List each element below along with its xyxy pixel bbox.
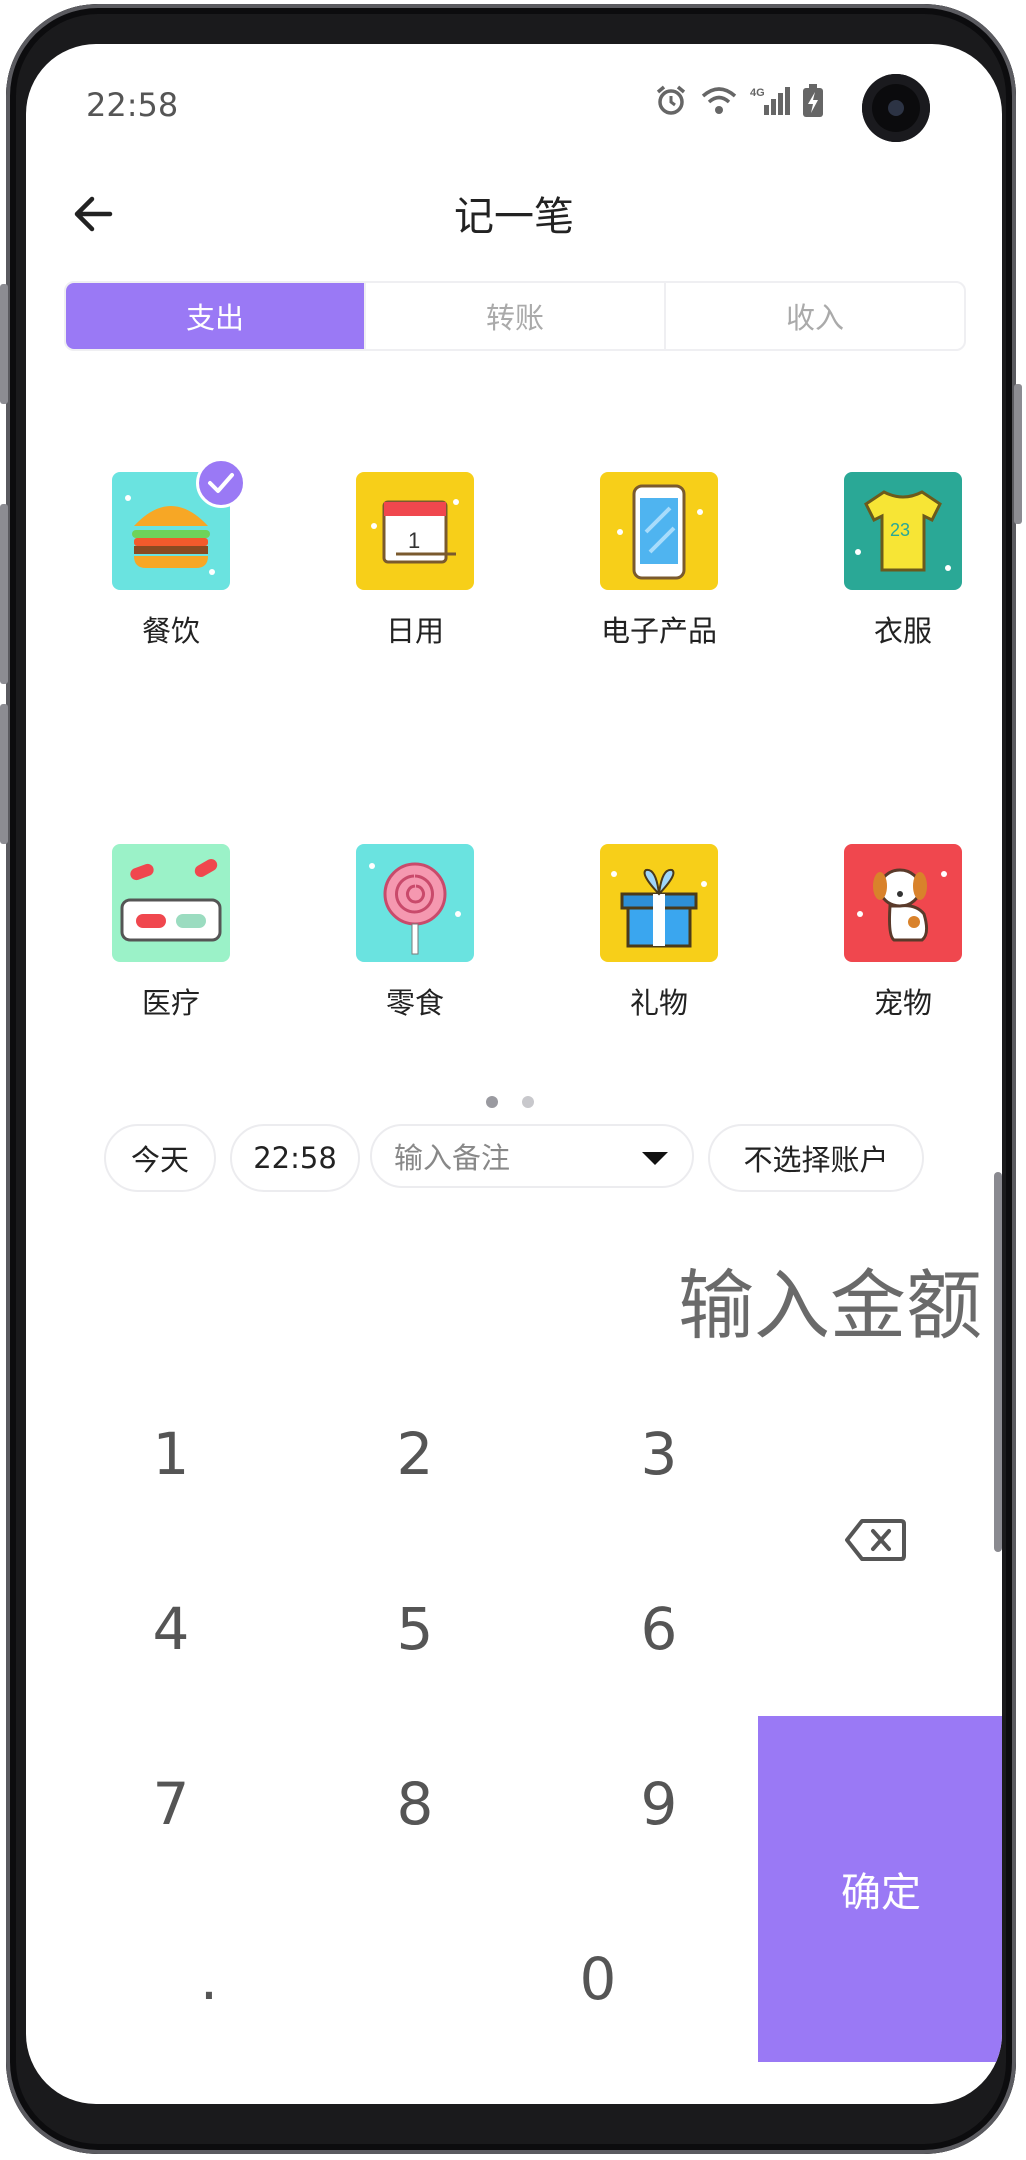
category-medical[interactable]: 医疗 [71, 844, 271, 1022]
svg-text:4G: 4G [750, 87, 765, 99]
date-pill[interactable]: 今天 [104, 1124, 216, 1192]
key-2[interactable]: 2 [315, 1404, 515, 1504]
lollipop-icon [356, 844, 474, 962]
category-label: 礼物 [629, 986, 688, 1020]
tab-expense[interactable]: 支出 [66, 283, 364, 349]
note-placeholder: 输入备注 [394, 1141, 511, 1175]
note-input[interactable]: 输入备注 [370, 1124, 694, 1188]
status-icons: 4G [654, 84, 824, 118]
key-0[interactable]: 0 [498, 1929, 698, 2029]
tshirt-icon: 23 [844, 472, 962, 590]
account-select[interactable]: 不选择账户 [708, 1124, 924, 1192]
category-label: 衣服 [873, 614, 932, 648]
amount-display: 输入金额 [678, 1261, 982, 1350]
category-label: 电子产品 [600, 614, 717, 648]
confirm-button[interactable]: 确定 [758, 1716, 1002, 2062]
tab-transfer[interactable]: 转账 [364, 283, 664, 349]
page-indicator [486, 1096, 534, 1108]
category-label: 餐饮 [141, 614, 200, 648]
side-button [0, 504, 8, 684]
key-9[interactable]: 9 [559, 1754, 759, 1854]
time-pill[interactable]: 22:58 [230, 1124, 360, 1192]
side-button [1014, 384, 1022, 524]
calendar-icon: 1 [356, 472, 474, 590]
category-label: 零食 [385, 986, 444, 1020]
selected-check-icon [196, 458, 246, 508]
phone-icon [600, 472, 718, 590]
category-gifts[interactable]: 礼物 [559, 844, 759, 1022]
front-camera [862, 74, 930, 142]
key-5[interactable]: 5 [315, 1579, 515, 1679]
category-daily[interactable]: 1 日用 [315, 472, 515, 650]
tab-income[interactable]: 收入 [664, 283, 964, 349]
app-screen: 22:58 4G 记一笔 支出 转账 收入 餐饮 1 日用 电子产品 23 衣服… [26, 44, 1002, 2104]
signal-4g-icon: 4G [750, 87, 790, 115]
category-label: 医疗 [141, 986, 200, 1020]
category-clothes[interactable]: 23 衣服 [803, 472, 1002, 650]
category-pets[interactable]: 宠物 [803, 844, 1002, 1022]
side-button [0, 704, 8, 844]
scrollbar [994, 1172, 1002, 1552]
wifi-icon [701, 87, 737, 114]
category-snacks[interactable]: 零食 [315, 844, 515, 1022]
battery-icon [803, 84, 823, 117]
key-1[interactable]: 1 [71, 1404, 271, 1504]
dog-icon [844, 844, 962, 962]
status-time: 22:58 [86, 86, 179, 124]
category-label: 宠物 [873, 986, 932, 1020]
type-tabs: 支出 转账 收入 [64, 281, 966, 351]
key-7[interactable]: 7 [71, 1754, 271, 1854]
burger-icon [112, 458, 246, 590]
category-electronics[interactable]: 电子产品 [559, 472, 759, 650]
svg-text:23: 23 [890, 520, 910, 540]
backspace-icon[interactable] [844, 1518, 906, 1562]
key-3[interactable]: 3 [559, 1404, 759, 1504]
page-dot [486, 1096, 498, 1108]
key-8[interactable]: 8 [315, 1754, 515, 1854]
dropdown-caret-icon [642, 1152, 668, 1165]
alarm-icon [656, 85, 686, 115]
gift-icon [600, 844, 718, 962]
key-4[interactable]: 4 [71, 1579, 271, 1679]
side-button [0, 284, 8, 404]
pills-icon [112, 844, 230, 962]
svg-text:1: 1 [408, 528, 420, 553]
page-dot [522, 1096, 534, 1108]
key-dot[interactable]: . [109, 1929, 309, 2029]
category-dining[interactable]: 餐饮 [71, 458, 271, 650]
key-6[interactable]: 6 [559, 1579, 759, 1679]
page-title: 记一笔 [454, 194, 574, 240]
category-label: 日用 [385, 614, 444, 648]
